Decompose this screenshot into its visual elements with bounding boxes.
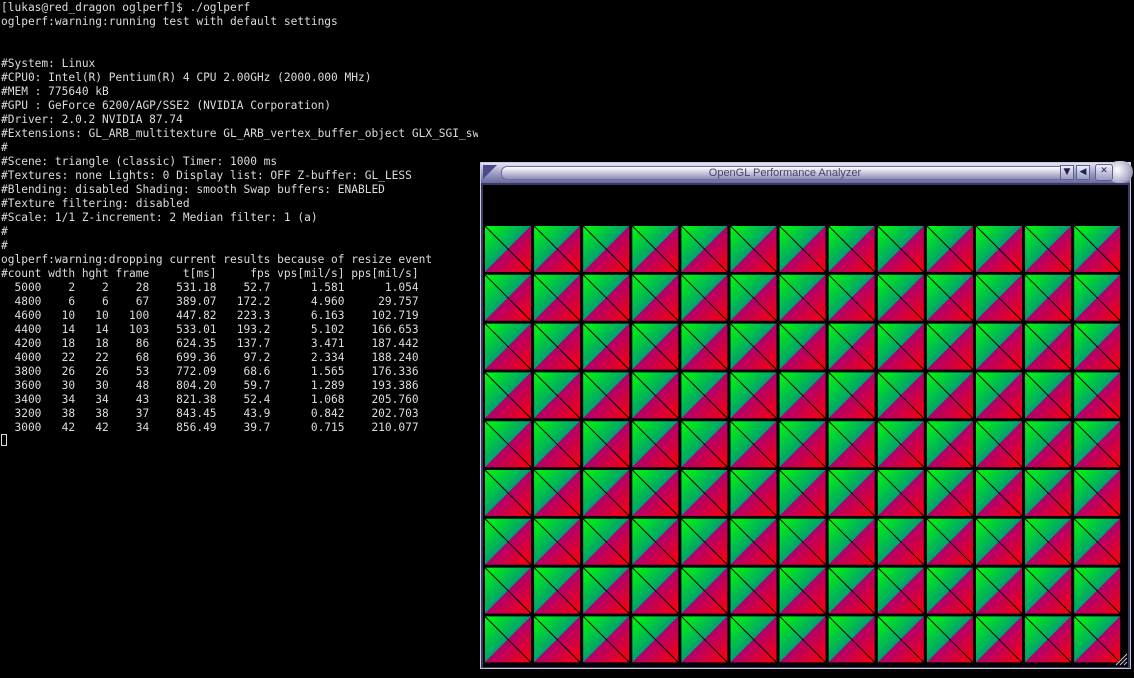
triangle-grid xyxy=(485,226,1121,663)
opengl-window[interactable]: OpenGL Performance Analyzer ▼ ◀ ✕ xyxy=(480,161,1133,669)
terminal-line: 4400 14 14 103 533.01 193.2 5.102 166.65… xyxy=(1,323,419,336)
triangle-down-icon: ▼ xyxy=(1063,167,1071,177)
terminal-line: 3000 42 42 34 856.49 39.7 0.715 210.077 xyxy=(1,421,419,434)
terminal-line: 4000 22 22 68 699.36 97.2 2.334 188.240 xyxy=(1,351,419,364)
terminal-line: #Textures: none Lights: 0 Display list: … xyxy=(1,169,412,182)
triangle-left-icon: ◀ xyxy=(1079,167,1087,177)
terminal-cursor xyxy=(1,434,7,446)
terminal-line: #System: Linux xyxy=(1,57,96,70)
terminal-line: # xyxy=(1,239,8,252)
window-close-button[interactable]: ✕ xyxy=(1095,164,1113,181)
terminal-line: #count wdth hght frame t[ms] fps vps[mil… xyxy=(1,267,419,280)
window-titlebar[interactable]: OpenGL Performance Analyzer ▼ ◀ ✕ xyxy=(481,161,1133,183)
terminal-line: #CPU0: Intel(R) Pentium(R) 4 CPU 2.00GHz… xyxy=(1,71,372,84)
terminal-line: #Extensions: GL_ARB_multitexture GL_ARB_… xyxy=(1,127,478,140)
terminal-line: 3200 38 38 37 843.45 43.9 0.842 202.703 xyxy=(1,407,419,420)
terminal-line: [lukas@red_dragon oglperf]$ ./oglperf xyxy=(1,1,251,14)
terminal-line: #Driver: 2.0.2 NVIDIA 87.74 xyxy=(1,113,183,126)
terminal-line: #Texture filtering: disabled xyxy=(1,197,190,210)
window-corner-icon xyxy=(483,165,497,179)
terminal-line: 3800 26 26 53 772.09 68.6 1.565 176.336 xyxy=(1,365,419,378)
terminal-line: 5000 2 2 28 531.18 52.7 1.581 1.054 xyxy=(1,281,419,294)
terminal-line: # xyxy=(1,225,8,238)
resize-grip-icon[interactable] xyxy=(1114,652,1128,666)
terminal-line: #MEM : 775640 kB xyxy=(1,85,109,98)
terminal-line: 4800 6 6 67 389.07 172.2 4.960 29.757 xyxy=(1,295,419,308)
close-icon: ✕ xyxy=(1100,166,1108,176)
terminal-line: #GPU : GeForce 6200/AGP/SSE2 (NVIDIA Cor… xyxy=(1,99,332,112)
terminal-output[interactable]: [lukas@red_dragon oglperf]$ ./oglperf ogl… xyxy=(0,0,478,678)
terminal-line: #Scene: triangle (classic) Timer: 1000 m… xyxy=(1,155,278,168)
terminal-line: #Blending: disabled Shading: smooth Swap… xyxy=(1,183,385,196)
gl-render-area[interactable] xyxy=(483,185,1128,667)
window-menu-button[interactable]: ▼ xyxy=(1060,165,1074,180)
terminal-line: 3600 30 30 48 804.20 59.7 1.289 193.386 xyxy=(1,379,419,392)
window-minimize-button[interactable]: ◀ xyxy=(1076,165,1090,180)
terminal-line: #Scale: 1/1 Z-increment: 2 Median filter… xyxy=(1,211,318,224)
terminal-line: 4200 18 18 86 624.35 137.7 3.471 187.442 xyxy=(1,337,419,350)
terminal-line: # xyxy=(1,141,8,154)
terminal-line: 3400 34 34 43 821.38 52.4 1.068 205.760 xyxy=(1,393,419,406)
window-title: OpenGL Performance Analyzer xyxy=(708,167,862,179)
terminal-line: oglperf:warning:dropping current results… xyxy=(1,253,433,266)
terminal-line: oglperf:warning:running test with defaul… xyxy=(1,15,338,28)
terminal-line: 4600 10 10 100 447.82 223.3 6.163 102.71… xyxy=(1,309,419,322)
